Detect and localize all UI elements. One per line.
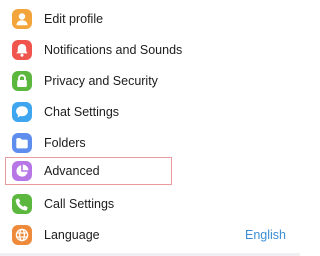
- menu-item-label: Edit profile: [44, 11, 104, 26]
- menu-item-label: Privacy and Security: [44, 73, 158, 88]
- folder-icon: [12, 132, 32, 153]
- pie-chart-icon: [12, 161, 32, 181]
- menu-item-chat-settings[interactable]: Chat Settings: [0, 96, 300, 127]
- lock-icon: [12, 70, 32, 91]
- menu-item-label: Language: [44, 227, 100, 242]
- menu-item-call-settings[interactable]: Call Settings: [0, 188, 300, 219]
- phone-icon: [12, 193, 32, 214]
- menu-item-edit-profile[interactable]: Edit profile: [0, 3, 300, 34]
- menu-item-language[interactable]: Language English: [0, 219, 300, 250]
- menu-item-privacy-and-security[interactable]: Privacy and Security: [0, 65, 300, 96]
- menu-item-notifications-and-sounds[interactable]: Notifications and Sounds: [0, 34, 300, 65]
- menu-item-advanced[interactable]: Advanced: [0, 157, 300, 185]
- menu-item-label: Advanced: [44, 164, 100, 178]
- language-value: English: [245, 227, 286, 242]
- globe-icon: [12, 224, 32, 245]
- menu-item-label: Call Settings: [44, 196, 115, 211]
- chat-bubble-icon: [12, 101, 32, 122]
- menu-item-label: Notifications and Sounds: [44, 42, 183, 57]
- person-icon: [12, 8, 32, 29]
- bell-icon: [12, 39, 32, 60]
- settings-menu: Edit profile Notifications and Sounds Pr…: [0, 0, 300, 256]
- menu-item-label: Chat Settings: [44, 104, 120, 119]
- menu-item-folders[interactable]: Folders: [0, 127, 300, 158]
- menu-item-label: Folders: [44, 135, 86, 150]
